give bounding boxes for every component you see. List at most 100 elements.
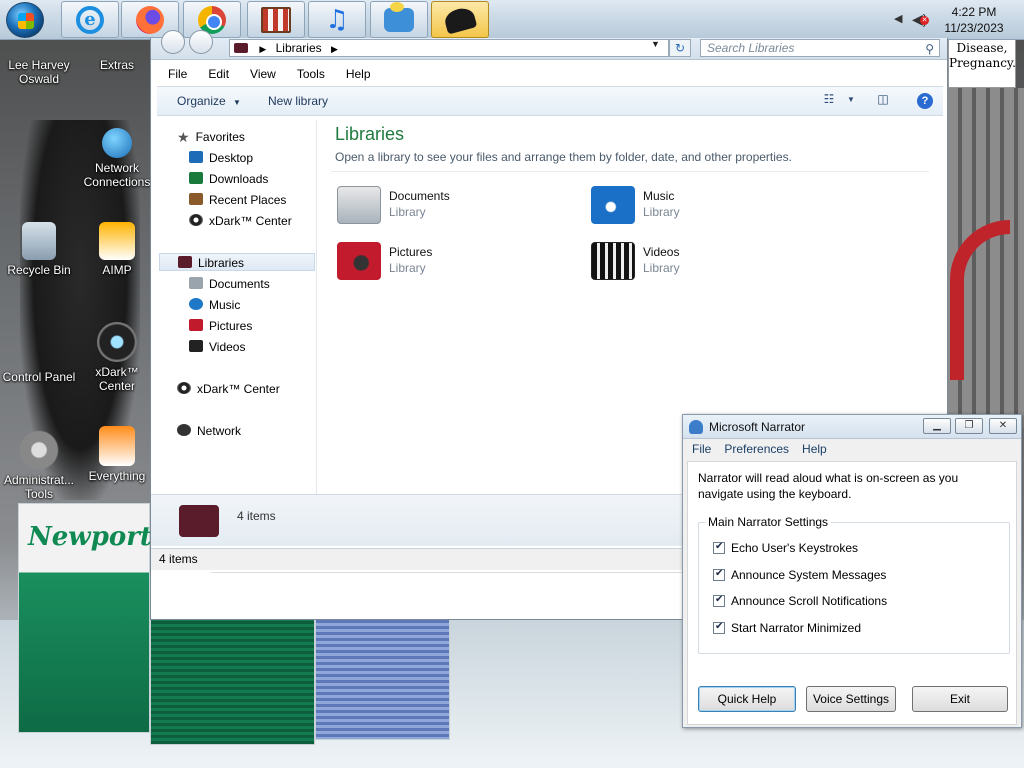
search-input[interactable]: Search Libraries ⚲ — [700, 39, 940, 57]
checkbox-checked-icon — [713, 541, 725, 554]
menu-bar: File Edit View Tools Help — [157, 64, 381, 86]
narrator-menu-file[interactable]: File — [685, 441, 717, 457]
xdark-center-icon — [177, 382, 191, 394]
taskbar-itunes-button[interactable]: ♫ — [308, 1, 366, 38]
search-icon[interactable]: ⚲ — [925, 41, 934, 57]
desktop-icon-xdark-center[interactable]: xDark™ Center — [79, 322, 155, 393]
taskbar-store-button[interactable] — [247, 1, 305, 38]
nav-network[interactable]: Network — [177, 422, 241, 440]
nav-xdark-center-favorite[interactable]: xDark™ Center — [189, 212, 292, 230]
nav-libraries[interactable]: Libraries — [159, 253, 315, 271]
desktop-icon-everything[interactable]: Everything — [79, 426, 155, 483]
voice-settings-button[interactable]: Voice Settings — [806, 686, 896, 712]
taskbar-ie-button[interactable]: e — [61, 1, 119, 38]
hat-icon — [442, 4, 478, 35]
start-button[interactable] — [6, 2, 44, 38]
checkbox-checked-icon — [713, 594, 725, 607]
navigation-pane: ★ Favorites Desktop Downloads Recent Plac… — [157, 120, 317, 494]
preview-pane-icon[interactable]: ◫ — [873, 92, 893, 110]
taskbar-narrator-button[interactable] — [431, 1, 489, 38]
library-type: Library — [389, 205, 426, 219]
library-documents[interactable]: Documents Library — [333, 184, 573, 230]
organize-button[interactable]: Organize ▼ — [177, 94, 241, 108]
desktop-icon-administrative-tools[interactable]: Administrat... Tools — [1, 430, 77, 501]
menu-edit[interactable]: Edit — [197, 64, 239, 84]
announce-system-messages-checkbox[interactable]: Announce System Messages — [713, 568, 886, 582]
library-type: Library — [643, 205, 680, 219]
nav-downloads[interactable]: Downloads — [189, 170, 268, 188]
desktop-icon-recycle-bin[interactable]: Recycle Bin — [1, 222, 77, 277]
videos-library-icon — [591, 242, 635, 280]
recycle-bin-icon — [22, 222, 56, 260]
forward-button[interactable] — [189, 30, 213, 54]
pictures-library-icon — [337, 242, 381, 280]
nav-xdark-center[interactable]: xDark™ Center — [177, 380, 280, 398]
nav-label: Desktop — [209, 151, 254, 165]
breadcrumb-arrow-icon: ▶ — [259, 44, 267, 54]
breadcrumb-libraries[interactable]: Libraries — [276, 41, 322, 55]
desktop-icon-label: xDark™ Center — [95, 365, 139, 393]
nav-label: Favorites — [195, 130, 245, 144]
menu-file[interactable]: File — [157, 64, 197, 84]
nav-documents[interactable]: Documents — [189, 275, 270, 293]
videos-icon — [189, 340, 203, 352]
narrator-title-bar[interactable]: Microsoft Narrator ▁ ❐ ✕ — [683, 415, 1021, 439]
refresh-icon: ↻ — [674, 41, 686, 55]
menu-tools[interactable]: Tools — [286, 64, 335, 84]
minimize-icon: ▁ — [933, 420, 941, 431]
checkbox-label: Echo User's Keystrokes — [731, 541, 859, 555]
libraries-folder-icon — [178, 256, 192, 268]
desktop-icon-aimp[interactable]: AIMP — [79, 222, 155, 277]
announce-scroll-notifications-checkbox[interactable]: Announce Scroll Notifications — [713, 594, 887, 608]
desktop-icon-label: Recycle Bin — [7, 263, 71, 277]
nav-label: Pictures — [209, 319, 253, 333]
star-icon: ★ — [177, 129, 190, 145]
exit-button[interactable]: Exit — [912, 686, 1008, 712]
desktop-icon-label: Extras — [99, 58, 134, 72]
nav-music[interactable]: Music — [189, 296, 240, 314]
back-button[interactable] — [161, 30, 185, 54]
maximize-button[interactable]: ❐ — [955, 418, 983, 434]
show-hidden-icons-icon[interactable]: ◀ — [894, 12, 902, 25]
narrator-settings-group: Main Narrator Settings Echo User's Keyst… — [698, 515, 1010, 654]
music-icon — [189, 298, 203, 310]
desktop-icon-extras[interactable]: Extras — [79, 46, 155, 72]
network-globe-icon — [102, 128, 132, 158]
checkbox-label: Announce Scroll Notifications — [731, 594, 888, 608]
desktop-icon-lee-harvey-oswald[interactable]: Lee Harvey Oswald — [1, 46, 77, 86]
taskbar-clock[interactable]: 4:22 PM 11/23/2023 — [936, 4, 1012, 36]
address-bar[interactable]: ▶ Libraries ▶ — [229, 39, 669, 57]
nav-pictures[interactable]: Pictures — [189, 317, 252, 335]
new-library-button[interactable]: New library — [268, 94, 328, 108]
minimize-button[interactable]: ▁ — [923, 418, 951, 434]
change-view-icon[interactable]: ☷ — [819, 92, 839, 110]
echo-keystrokes-checkbox[interactable]: Echo User's Keystrokes — [713, 541, 858, 555]
menu-help[interactable]: Help — [335, 64, 381, 84]
libraries-folder-icon — [234, 43, 248, 53]
library-name: Pictures — [389, 245, 433, 259]
library-music[interactable]: Music Library — [587, 184, 827, 230]
close-button[interactable]: ✕ — [989, 418, 1017, 434]
desktop-icon-control-panel[interactable]: Control Panel — [1, 370, 77, 384]
narrator-menu-help[interactable]: Help — [795, 441, 833, 457]
address-dropdown-icon[interactable]: ▼ — [651, 39, 660, 49]
nav-label: xDark™ Center — [209, 214, 292, 228]
help-icon[interactable]: ? — [917, 93, 933, 109]
quick-help-button[interactable]: Quick Help — [698, 686, 796, 712]
library-videos[interactable]: Videos Library — [587, 240, 827, 286]
desktop-icon-network-connections[interactable]: Network Connections — [79, 128, 155, 189]
recent-places-icon — [189, 193, 203, 205]
nav-videos[interactable]: Videos — [189, 338, 245, 356]
nav-favorites[interactable]: ★ Favorites — [177, 128, 245, 146]
nav-recent-places[interactable]: Recent Places — [189, 191, 286, 209]
mute-badge-icon: ✕ — [920, 16, 929, 25]
libraries-folder-icon — [179, 505, 219, 537]
view-dropdown-icon[interactable]: ▼ — [841, 95, 861, 113]
nav-desktop[interactable]: Desktop — [189, 149, 253, 167]
narrator-menu-preferences[interactable]: Preferences — [717, 441, 795, 457]
refresh-button[interactable]: ↻ — [669, 39, 691, 57]
start-minimized-checkbox[interactable]: Start Narrator Minimized — [713, 621, 861, 635]
library-pictures[interactable]: Pictures Library — [333, 240, 573, 286]
taskbar-messenger-button[interactable] — [370, 1, 428, 38]
menu-view[interactable]: View — [239, 64, 286, 84]
